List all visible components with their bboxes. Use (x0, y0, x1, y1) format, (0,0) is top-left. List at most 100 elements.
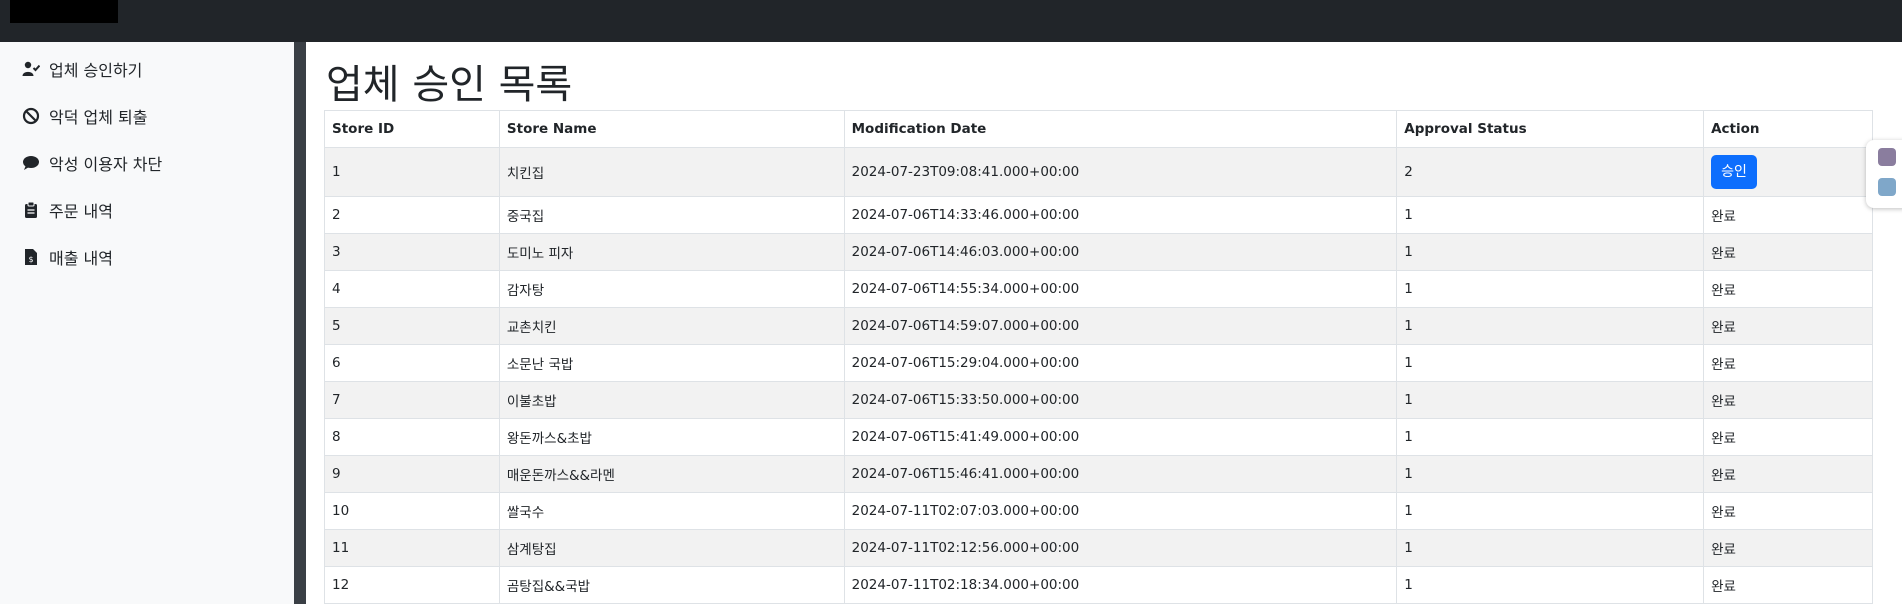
store-id-cell: 8 (324, 418, 500, 456)
store-id-cell: 9 (324, 455, 500, 493)
sidebar-item-label: 주문 내역 (49, 202, 113, 221)
approve-button[interactable]: 승인 (1711, 155, 1757, 189)
table-row: 12 곰탕집&&국밥 2024-07-11T02:18:34.000+00:00… (324, 566, 1873, 604)
table-row: 8 왕돈까스&초밥 2024-07-06T15:41:49.000+00:00 … (324, 418, 1873, 456)
store-id-cell: 1 (324, 147, 500, 197)
store-id-cell: 6 (324, 344, 500, 382)
table-row: 3 도미노 피자 2024-07-06T14:46:03.000+00:00 1… (324, 233, 1873, 271)
store-name-cell: 곰탕집&&국밥 (498, 566, 845, 604)
approval-status-cell: 1 (1396, 529, 1705, 567)
store-name-cell: 쌀국수 (498, 492, 845, 530)
sidebar-item-store-removal[interactable]: 악덕 업체 퇴출 (22, 101, 148, 131)
table-row: 7 이불초밥 2024-07-06T15:33:50.000+00:00 1 완… (324, 381, 1873, 419)
modification-date-cell: 2024-07-11T02:18:34.000+00:00 (843, 566, 1398, 604)
approval-status-cell: 1 (1396, 492, 1705, 530)
table-row: 5 교촌치킨 2024-07-06T14:59:07.000+00:00 1 완… (324, 307, 1873, 345)
main-content: 업체 승인 목록 Store ID Store Name Modificatio… (306, 42, 1892, 604)
logo[interactable] (10, 0, 118, 23)
store-name-cell: 도미노 피자 (498, 233, 845, 271)
store-name-cell: 이불초밥 (498, 381, 845, 419)
action-cell: 완료 (1703, 529, 1873, 567)
modification-date-cell: 2024-07-06T15:46:41.000+00:00 (843, 455, 1398, 493)
store-name-cell: 왕돈까스&초밥 (498, 418, 845, 456)
store-name-cell: 중국집 (498, 196, 845, 234)
store-name-cell: 치킨집 (498, 147, 845, 197)
action-cell: 완료 (1703, 381, 1873, 419)
user-check-icon (22, 61, 40, 76)
column-header-action: Action (1703, 110, 1873, 148)
store-name-cell: 소문난 국밥 (498, 344, 845, 382)
table-header-row: Store ID Store Name Modification Date Ap… (324, 110, 1873, 148)
column-header-store-name: Store Name (498, 110, 845, 148)
sidebar: 업체 승인하기 악덕 업체 퇴출 악성 이용자 차단 주문 내역 $ 매출 내역 (0, 42, 294, 604)
store-name-cell: 교촌치킨 (498, 307, 845, 345)
action-cell: 완료 (1703, 307, 1873, 345)
store-id-cell: 12 (324, 566, 500, 604)
action-cell: 완료 (1703, 566, 1873, 604)
approval-status-cell: 1 (1396, 418, 1705, 456)
store-approval-table: Store ID Store Name Modification Date Ap… (324, 110, 1873, 604)
modification-date-cell: 2024-07-06T14:33:46.000+00:00 (843, 196, 1398, 234)
sidebar-item-label: 업체 승인하기 (49, 61, 143, 80)
action-cell: 완료 (1703, 196, 1873, 234)
store-id-cell: 2 (324, 196, 500, 234)
modification-date-cell: 2024-07-11T02:07:03.000+00:00 (843, 492, 1398, 530)
action-cell: 완료 (1703, 233, 1873, 271)
sidebar-item-label: 악덕 업체 퇴출 (49, 108, 148, 127)
sidebar-item-label: 악성 이용자 차단 (49, 155, 163, 174)
modification-date-cell: 2024-07-06T14:46:03.000+00:00 (843, 233, 1398, 271)
svg-text:$: $ (28, 255, 33, 264)
store-id-cell: 3 (324, 233, 500, 271)
modification-date-cell: 2024-07-06T15:41:49.000+00:00 (843, 418, 1398, 456)
action-cell: 완료 (1703, 344, 1873, 382)
approval-status-cell: 1 (1396, 233, 1705, 271)
modification-date-cell: 2024-07-06T15:33:50.000+00:00 (843, 381, 1398, 419)
column-header-store-id: Store ID (324, 110, 500, 148)
top-navbar (0, 0, 1902, 42)
table-row: 4 감자탕 2024-07-06T14:55:34.000+00:00 1 완료 (324, 270, 1873, 308)
action-cell: 완료 (1703, 492, 1873, 530)
modification-date-cell: 2024-07-11T02:12:56.000+00:00 (843, 529, 1398, 567)
avatar-icon (1878, 148, 1896, 166)
modification-date-cell: 2024-07-23T09:08:41.000+00:00 (843, 147, 1398, 197)
approval-status-cell: 1 (1396, 196, 1705, 234)
sidebar-item-store-approval[interactable]: 업체 승인하기 (22, 54, 142, 84)
comment-icon (23, 156, 39, 170)
column-header-approval-status: Approval Status (1396, 110, 1705, 148)
store-id-cell: 7 (324, 381, 500, 419)
action-cell: 완료 (1703, 270, 1873, 308)
floating-side-widget[interactable] (1866, 140, 1902, 208)
modification-date-cell: 2024-07-06T15:29:04.000+00:00 (843, 344, 1398, 382)
table-row: 2 중국집 2024-07-06T14:33:46.000+00:00 1 완료 (324, 196, 1873, 234)
modification-date-cell: 2024-07-06T14:59:07.000+00:00 (843, 307, 1398, 345)
sidebar-item-user-block[interactable]: 악성 이용자 차단 (22, 148, 162, 178)
store-name-cell: 삼계탕집 (498, 529, 845, 567)
store-id-cell: 4 (324, 270, 500, 308)
table-row: 10 쌀국수 2024-07-11T02:07:03.000+00:00 1 완… (324, 492, 1873, 530)
table-row: 11 삼계탕집 2024-07-11T02:12:56.000+00:00 1 … (324, 529, 1873, 567)
table-row: 6 소문난 국밥 2024-07-06T15:29:04.000+00:00 1… (324, 344, 1873, 382)
sidebar-item-order-history[interactable]: 주문 내역 (22, 195, 113, 225)
approval-status-cell: 1 (1396, 344, 1705, 382)
store-id-cell: 10 (324, 492, 500, 530)
approval-status-cell: 1 (1396, 455, 1705, 493)
page-title: 업체 승인 목록 (326, 62, 573, 108)
store-id-cell: 11 (324, 529, 500, 567)
action-cell: 완료 (1703, 418, 1873, 456)
store-name-cell: 감자탕 (498, 270, 845, 308)
ban-icon (22, 107, 40, 125)
sidebar-item-sales-history[interactable]: $ 매출 내역 (22, 242, 113, 272)
store-id-cell: 5 (324, 307, 500, 345)
approval-status-cell: 1 (1396, 307, 1705, 345)
modification-date-cell: 2024-07-06T14:55:34.000+00:00 (843, 270, 1398, 308)
action-cell: 승인 (1703, 147, 1873, 197)
clipboard-icon (25, 201, 37, 218)
sidebar-divider (294, 42, 306, 604)
table-row: 9 매운돈까스&&라멘 2024-07-06T15:46:41.000+00:0… (324, 455, 1873, 493)
group-avatar-icon (1878, 178, 1896, 196)
approval-status-cell: 1 (1396, 270, 1705, 308)
action-cell: 완료 (1703, 455, 1873, 493)
column-header-modification-date: Modification Date (843, 110, 1398, 148)
sidebar-item-label: 매출 내역 (49, 249, 113, 268)
approval-status-cell: 2 (1396, 147, 1705, 197)
